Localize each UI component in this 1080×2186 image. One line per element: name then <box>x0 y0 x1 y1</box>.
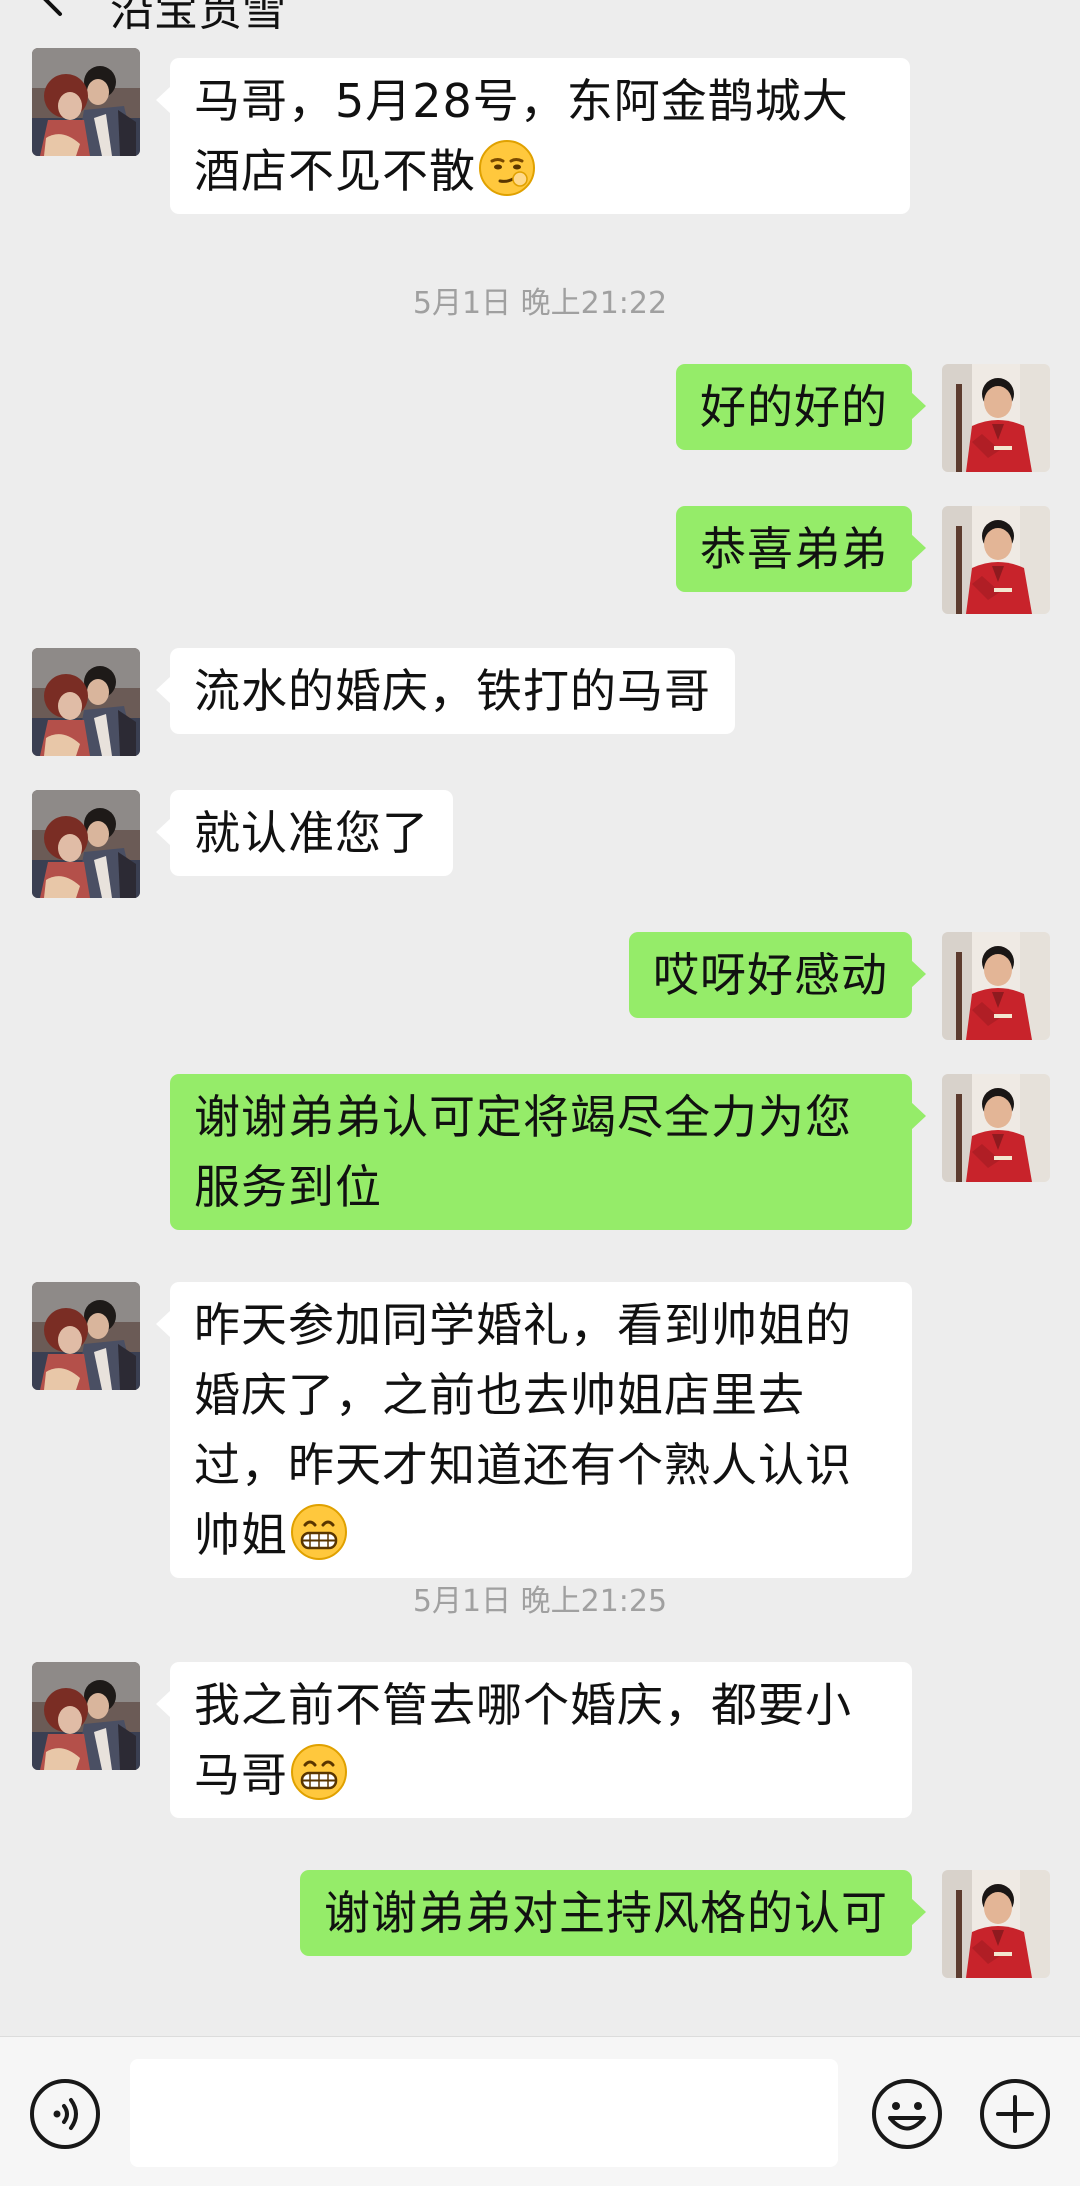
message-text: 恭喜弟弟 <box>700 522 888 576</box>
my-avatar[interactable] <box>942 506 1050 614</box>
chat-title[interactable]: 沿宝贯雪 <box>110 0 286 38</box>
message-bubble-outgoing[interactable]: 好的好的 <box>676 364 926 450</box>
contact-avatar[interactable] <box>32 1662 140 1770</box>
message-text: 好的好的 <box>700 380 888 434</box>
message-text: 流水的婚庆，铁打的马哥 <box>194 664 711 718</box>
message-text: 就认准您了 <box>194 806 429 860</box>
message-bubble-incoming[interactable]: 马哥，5月28号，东阿金鹊城大酒店不见不散 <box>156 58 910 214</box>
message-bubble-outgoing[interactable]: 哎呀好感动 <box>629 932 926 1018</box>
message-text: 谢谢弟弟认可定将竭尽全力为您服务到位 <box>194 1090 852 1214</box>
contact-avatar[interactable] <box>32 790 140 898</box>
message-bubble-outgoing[interactable]: 谢谢弟弟对主持风格的认可 <box>300 1870 926 1956</box>
message-input[interactable] <box>130 2059 838 2167</box>
message-timestamp: 5月1日 晚上21:25 <box>412 1584 668 1619</box>
message-bubble-incoming[interactable]: 昨天参加同学婚礼，看到帅姐的婚庆了，之前也去帅姐店里去过，昨天才知道还有个熟人认… <box>156 1282 912 1578</box>
plus-icon[interactable] <box>978 2077 1052 2151</box>
emoji-icon[interactable] <box>870 2077 944 2151</box>
message-bubble-incoming[interactable]: 我之前不管去哪个婚庆，都要小马哥 <box>156 1662 912 1818</box>
my-avatar[interactable] <box>942 932 1050 1040</box>
message-bubble-outgoing[interactable]: 谢谢弟弟认可定将竭尽全力为您服务到位 <box>170 1074 926 1230</box>
contact-avatar[interactable] <box>32 48 140 156</box>
voice-icon[interactable] <box>28 2077 102 2151</box>
input-bar <box>0 2036 1080 2186</box>
smirk-emoji-icon <box>478 139 536 197</box>
message-text: 哎呀好感动 <box>653 948 888 1002</box>
grin-emoji-icon <box>290 1743 348 1801</box>
message-bubble-outgoing[interactable]: 恭喜弟弟 <box>676 506 926 592</box>
message-text: 谢谢弟弟对主持风格的认可 <box>324 1886 888 1940</box>
my-avatar[interactable] <box>942 364 1050 472</box>
message-bubble-incoming[interactable]: 流水的婚庆，铁打的马哥 <box>156 648 735 734</box>
contact-avatar[interactable] <box>32 648 140 756</box>
back-arrow-icon[interactable] <box>34 0 74 18</box>
chat-header: 沿宝贯雪 <box>0 0 1080 56</box>
my-avatar[interactable] <box>942 1074 1050 1182</box>
message-timestamp: 5月1日 晚上21:22 <box>412 286 668 321</box>
message-bubble-incoming[interactable]: 就认准您了 <box>156 790 453 876</box>
grin-emoji-icon <box>290 1503 348 1561</box>
my-avatar[interactable] <box>942 1870 1050 1978</box>
contact-avatar[interactable] <box>32 1282 140 1390</box>
